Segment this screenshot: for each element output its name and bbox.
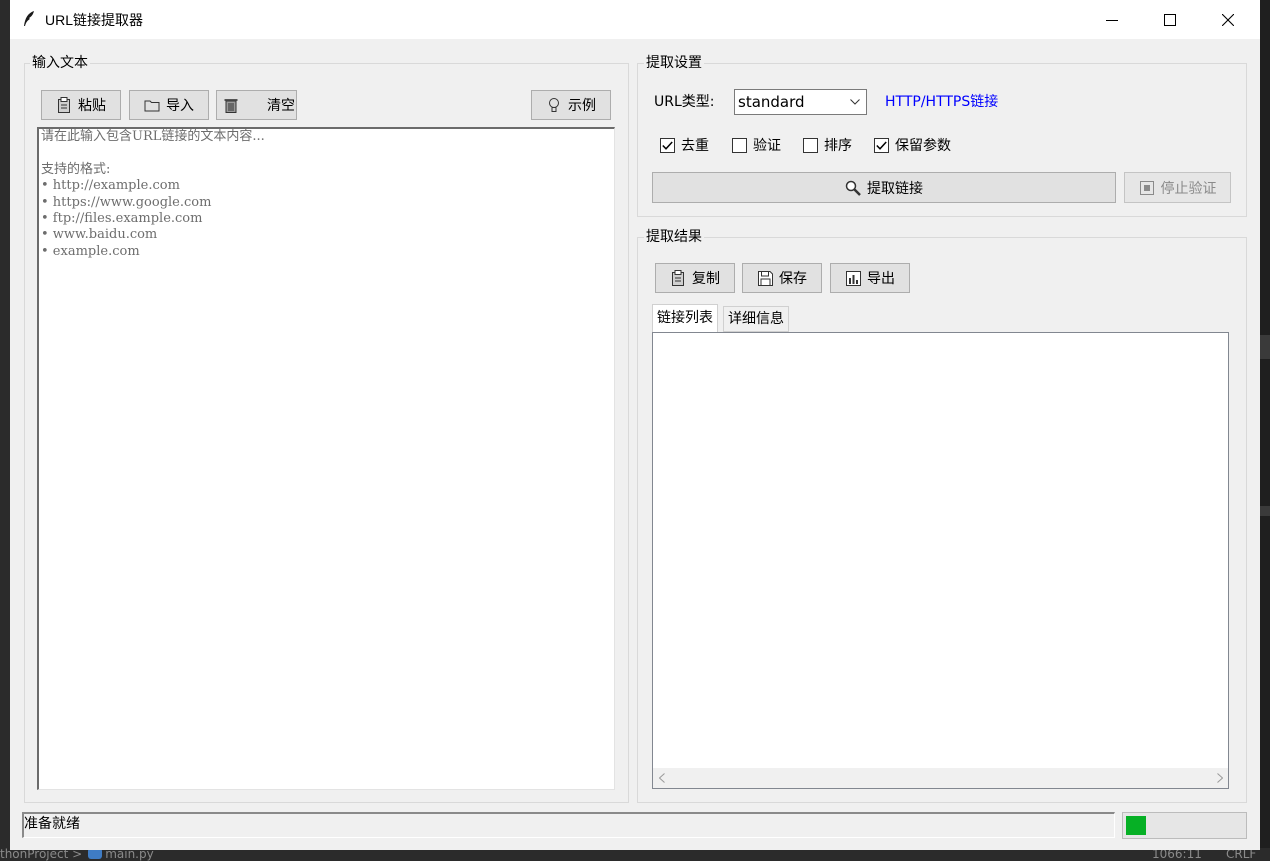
progress-fill (1126, 816, 1146, 835)
url-type-description: HTTP/HTTPS链接 (885, 94, 999, 110)
checkmark-icon (876, 140, 887, 150)
checkmark-icon (662, 140, 673, 150)
dedupe-checkbox-label: 去重 (681, 138, 709, 154)
lightbulb-icon (546, 97, 562, 113)
example-button-label: 示例 (568, 98, 596, 114)
background-app-mark (1260, 506, 1270, 516)
keep-params-checkbox-box (874, 137, 889, 153)
tab-link-list[interactable]: 链接列表 (652, 304, 718, 332)
background-app-edge (1260, 0, 1270, 861)
app-window: URL链接提取器 输入文本 粘贴 导入 清空 示例 请在此输入包含URL链接的文… (10, 0, 1260, 850)
sort-checkbox[interactable]: 排序 (803, 135, 852, 155)
status-text: 准备就绪 (22, 812, 1115, 838)
progress-bar (1122, 812, 1247, 839)
stop-icon (1139, 180, 1155, 196)
close-icon (1222, 13, 1234, 26)
tab-details[interactable]: 详细信息 (723, 306, 789, 332)
validate-checkbox-label: 验证 (753, 138, 781, 154)
chevron-down-icon (848, 90, 862, 114)
paste-button-label: 粘贴 (78, 98, 106, 114)
clipboard-icon (670, 270, 686, 286)
bar-chart-icon (845, 270, 861, 286)
validate-checkbox[interactable]: 验证 (732, 135, 781, 155)
floppy-disk-icon (757, 270, 773, 286)
extract-links-button[interactable]: 提取链接 (652, 172, 1116, 203)
window-title: URL链接提取器 (45, 12, 144, 28)
scroll-right-icon[interactable] (1211, 768, 1228, 788)
validate-checkbox-box (732, 137, 747, 153)
link-list[interactable] (652, 332, 1229, 789)
save-button-label: 保存 (779, 271, 807, 287)
input-textarea[interactable]: 请在此输入包含URL链接的文本内容... 支持的格式: • http://exa… (37, 127, 615, 790)
url-type-label: URL类型: (654, 94, 715, 110)
url-type-value: standard (738, 93, 805, 111)
maximize-icon (1164, 13, 1176, 26)
title-bar[interactable]: URL链接提取器 (10, 0, 1260, 39)
close-button[interactable] (1199, 0, 1257, 39)
import-button-label: 导入 (166, 98, 194, 114)
stop-validate-button[interactable]: 停止验证 (1124, 172, 1231, 203)
example-button[interactable]: 示例 (531, 90, 611, 120)
copy-button-label: 复制 (692, 271, 720, 287)
clear-button[interactable]: 清空 (216, 90, 297, 120)
sort-checkbox-label: 排序 (824, 138, 852, 154)
copy-button[interactable]: 复制 (655, 263, 735, 293)
search-icon (845, 180, 861, 196)
extract-results-group-label: 提取结果 (644, 229, 704, 245)
url-type-select[interactable]: standard (734, 89, 867, 115)
stop-validate-label: 停止验证 (1160, 180, 1217, 197)
input-text-group-label: 输入文本 (30, 55, 90, 71)
extract-links-label: 提取链接 (867, 180, 923, 197)
extract-settings-group-label: 提取设置 (644, 55, 704, 71)
dedupe-checkbox-box (660, 137, 675, 153)
sort-checkbox-box (803, 137, 818, 153)
keep-params-checkbox[interactable]: 保留参数 (874, 135, 951, 155)
trash-icon (223, 97, 239, 113)
export-button[interactable]: 导出 (830, 263, 910, 293)
folder-icon (144, 97, 160, 113)
save-button[interactable]: 保存 (742, 263, 822, 293)
maximize-button[interactable] (1141, 0, 1199, 39)
export-button-label: 导出 (867, 271, 895, 287)
clear-button-label: 清空 (267, 98, 295, 114)
keep-params-checkbox-label: 保留参数 (895, 138, 951, 154)
minimize-icon (1106, 19, 1118, 21)
dedupe-checkbox[interactable]: 去重 (660, 135, 709, 155)
background-app-mark (1260, 335, 1270, 359)
feather-icon (24, 11, 34, 26)
clipboard-icon (56, 97, 72, 113)
horizontal-scrollbar[interactable] (653, 768, 1228, 788)
import-button[interactable]: 导入 (129, 90, 209, 120)
paste-button[interactable]: 粘贴 (41, 90, 121, 120)
minimize-button[interactable] (1083, 0, 1141, 39)
scroll-left-icon[interactable] (653, 768, 670, 788)
